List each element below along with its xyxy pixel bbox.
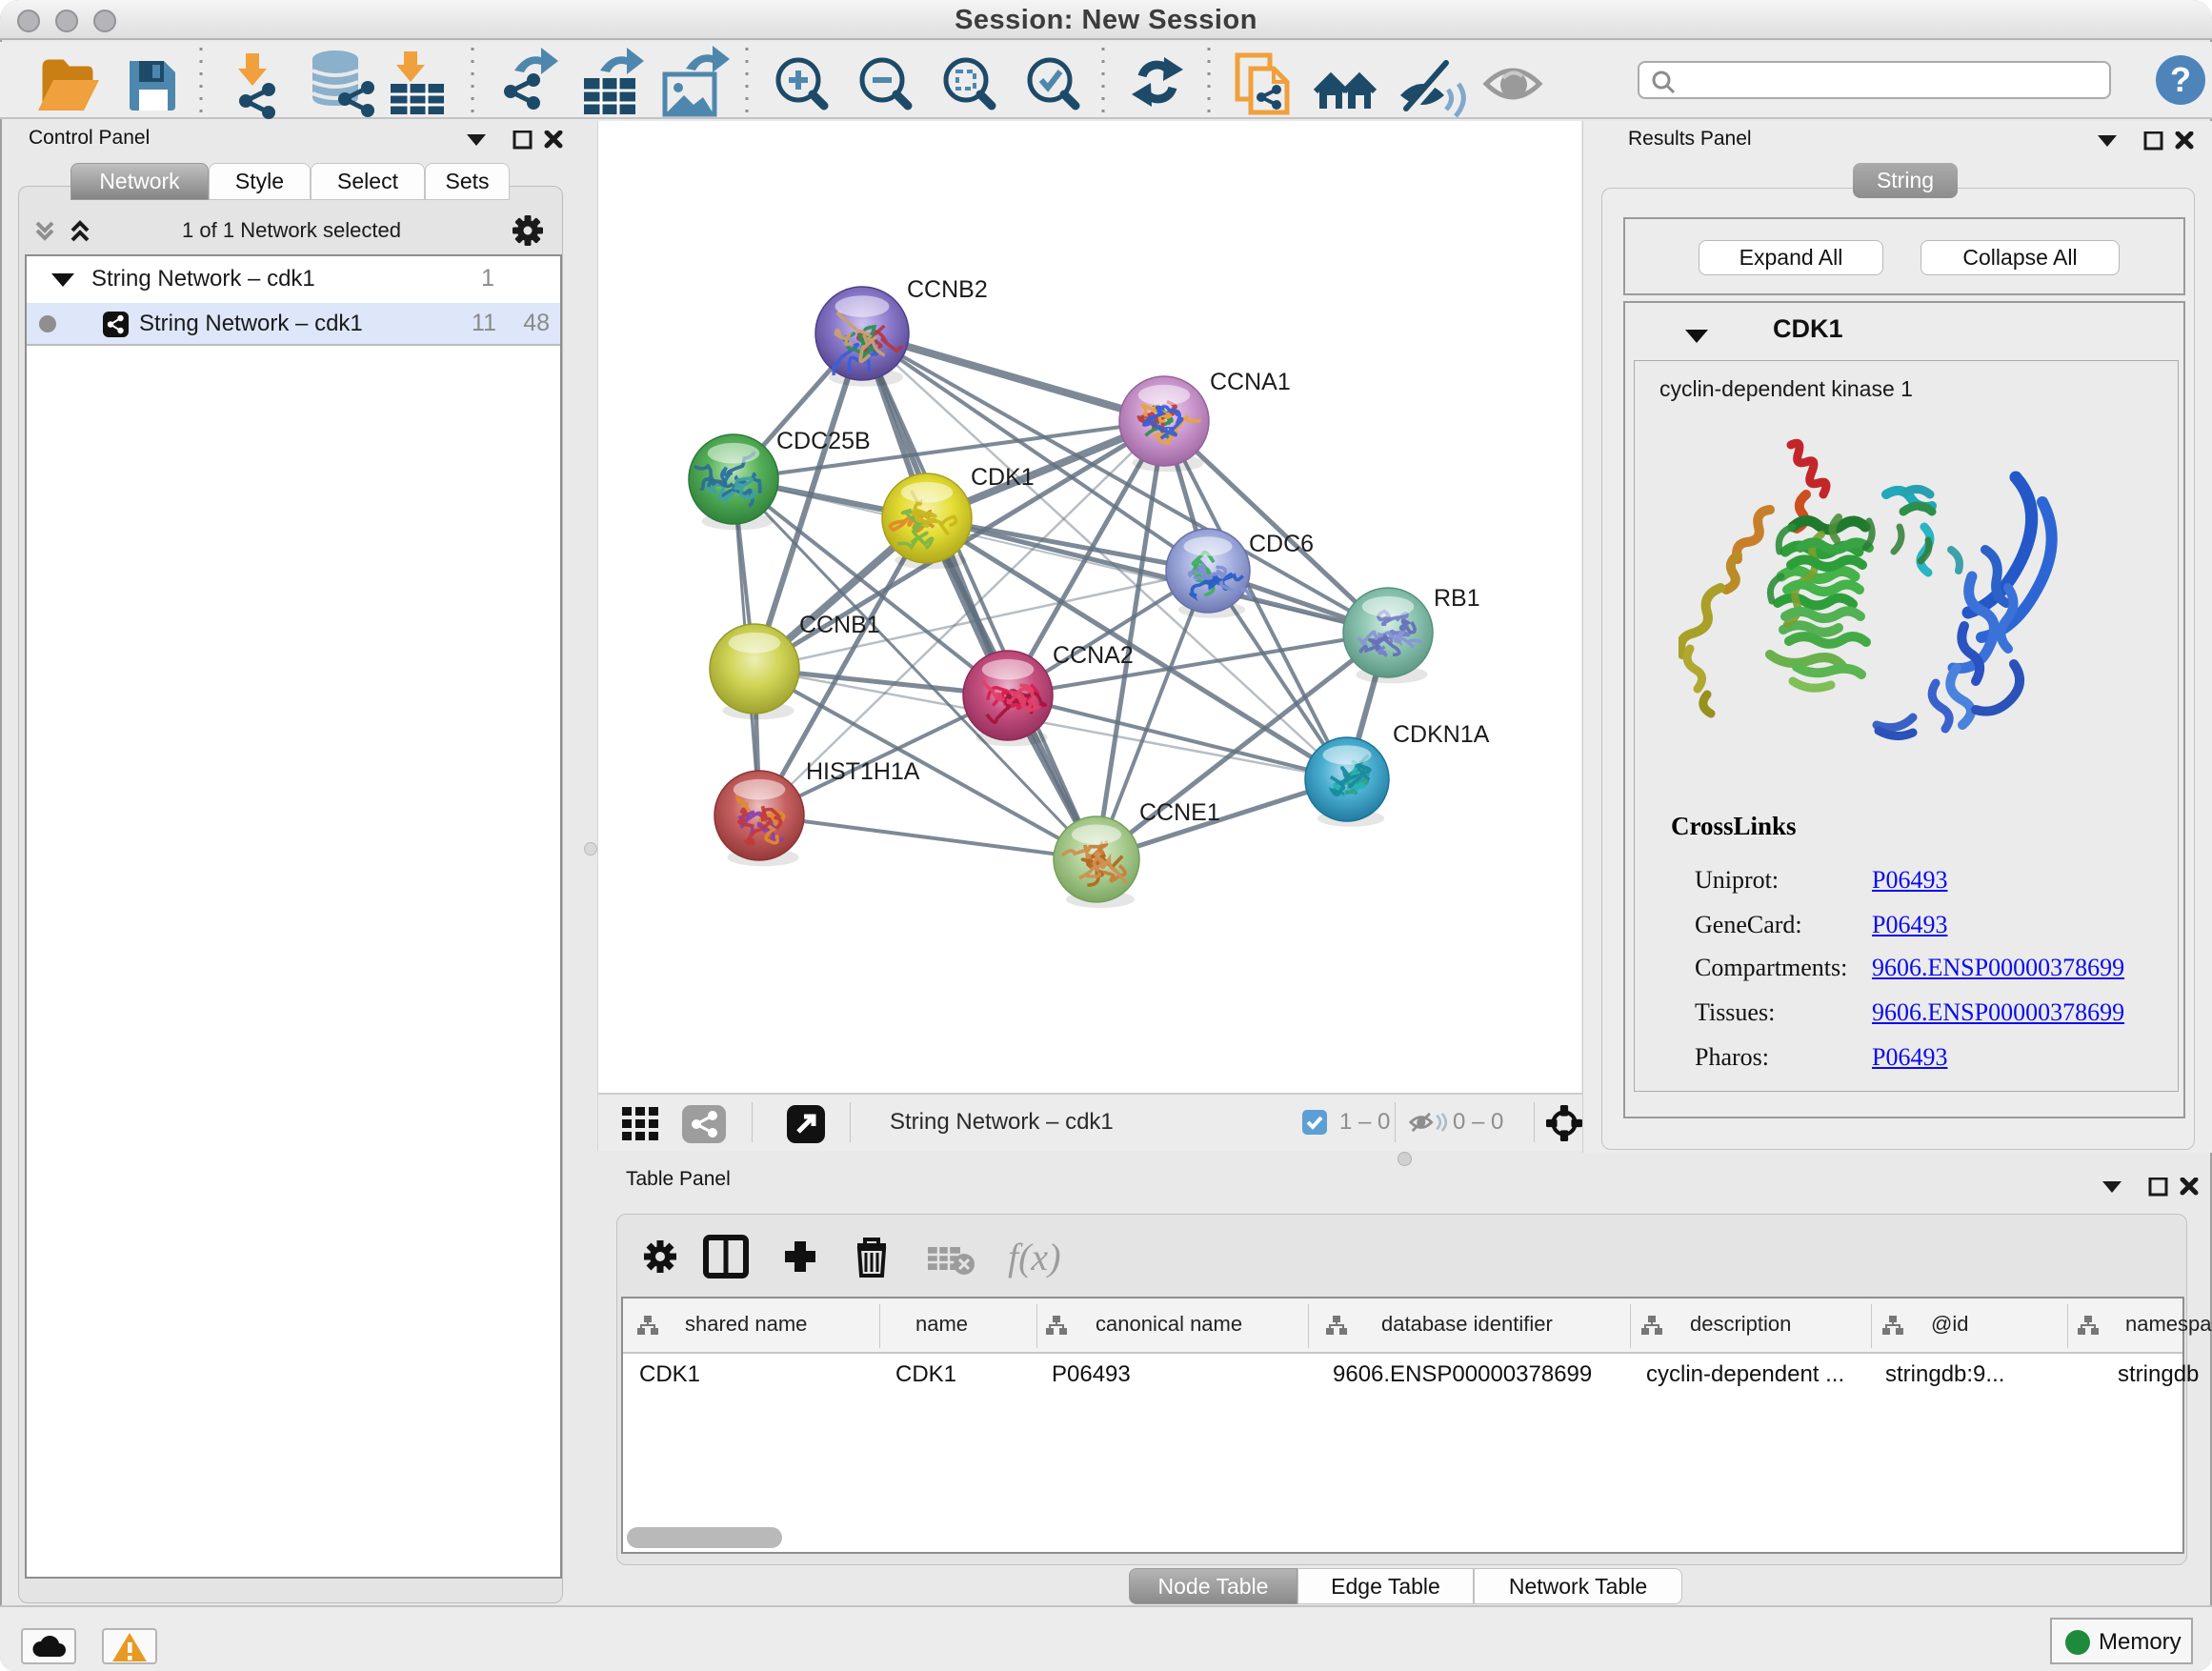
svg-text:CDC6: CDC6 [1249, 531, 1314, 557]
svg-text:CCNE1: CCNE1 [1139, 799, 1220, 826]
svg-text:CCNA1: CCNA1 [1210, 369, 1291, 395]
svg-text:HIST1H1A: HIST1H1A [806, 758, 920, 785]
svg-text:?: ? [2170, 60, 2191, 99]
svg-text:CDKN1A: CDKN1A [1393, 721, 1490, 748]
svg-text:CCNA2: CCNA2 [1053, 642, 1134, 669]
svg-text:CCNB1: CCNB1 [799, 612, 880, 638]
svg-text:CDK1: CDK1 [971, 464, 1035, 491]
svg-text:RB1: RB1 [1434, 585, 1480, 612]
svg-text:f(x): f(x) [1008, 1236, 1061, 1278]
svg-text:CDC25B: CDC25B [776, 428, 871, 454]
svg-text:CCNB2: CCNB2 [907, 276, 988, 303]
